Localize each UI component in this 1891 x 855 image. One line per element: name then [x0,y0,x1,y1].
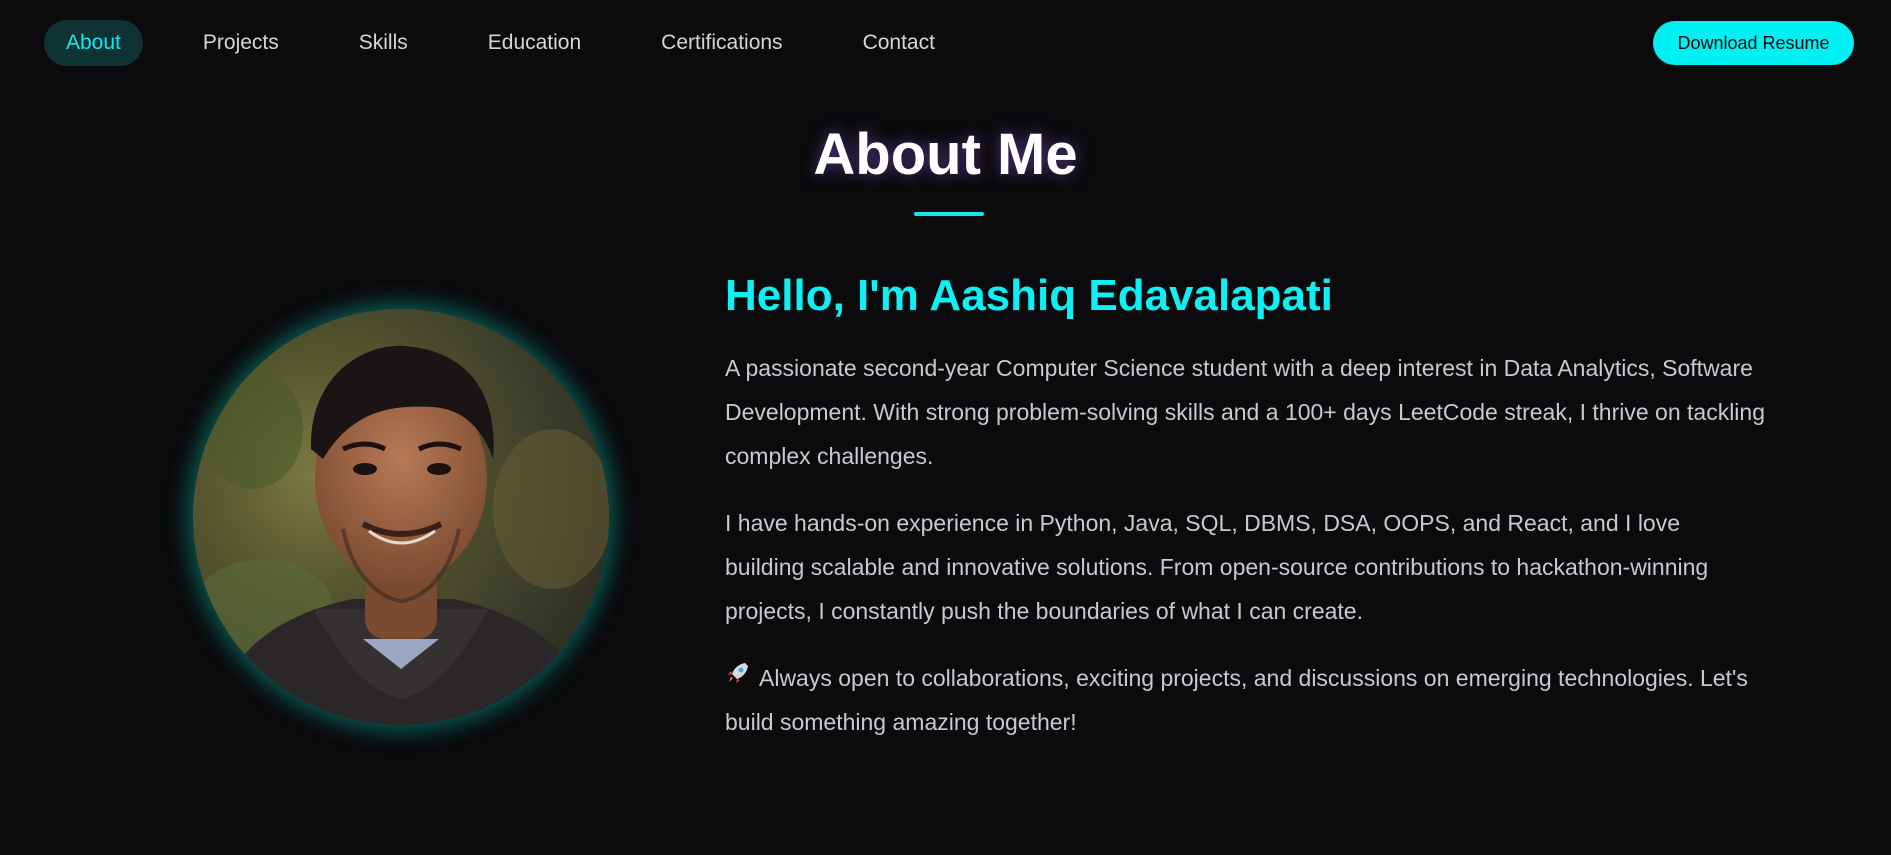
nav-item-projects[interactable]: Projects [181,20,301,66]
title-underline [914,212,984,216]
nav-item-about[interactable]: About [44,20,143,66]
profile-photo-illustration [193,309,609,725]
about-content: Hello, I'm Aashiq Edavalapati A passiona… [725,268,1765,744]
top-navbar: About Projects Skills Education Certific… [0,0,1891,84]
download-resume-button[interactable]: Download Resume [1653,21,1854,65]
about-paragraph-1: A passionate second-year Computer Scienc… [725,355,1765,469]
nav-item-skills[interactable]: Skills [337,20,430,66]
about-paragraph-3-text: Always open to collaborations, exciting … [725,665,1748,735]
nav-item-education[interactable]: Education [466,20,603,66]
about-paragraph-3: Always open to collaborations, exciting … [725,656,1765,744]
about-paragraph-2: I have hands-on experience in Python, Ja… [725,510,1709,624]
nav-item-certifications[interactable]: Certifications [639,20,804,66]
profile-photo [193,309,609,725]
rocket-icon [725,656,751,700]
rocket-icon-graphic [728,663,748,683]
nav-item-contact[interactable]: Contact [841,20,957,66]
greeting-heading: Hello, I'm Aashiq Edavalapati [725,271,1333,320]
section-title: About Me [813,122,1078,187]
nav-links: About Projects Skills Education Certific… [44,20,983,66]
